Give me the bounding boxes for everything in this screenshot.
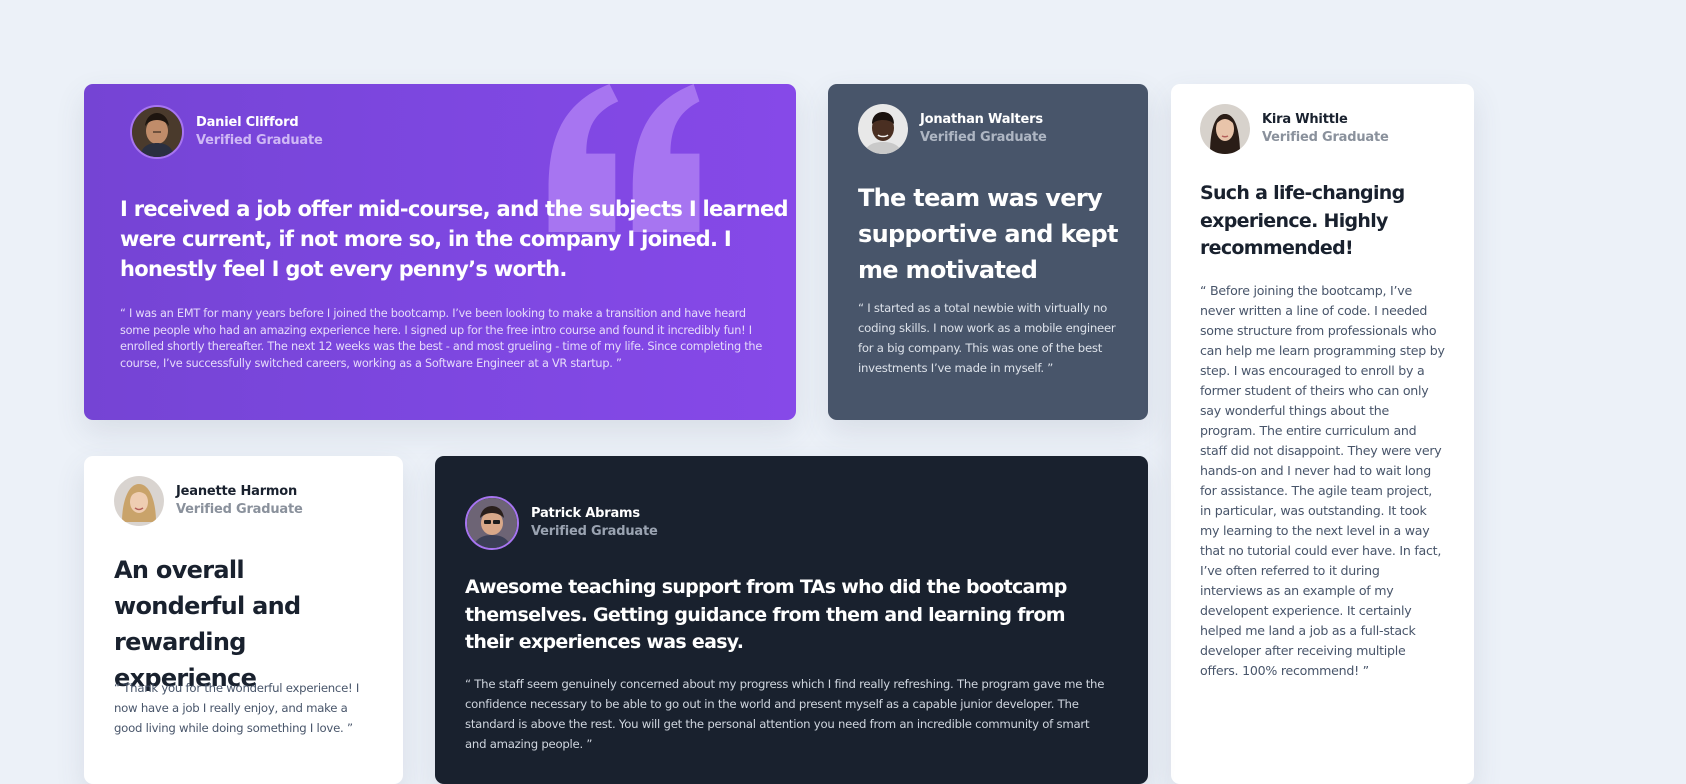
- testimonial-quote: “ I was an EMT for many years before I j…: [120, 307, 763, 370]
- testimonial-headline: I received a job offer mid-course, and t…: [120, 197, 789, 281]
- author-block: Patrick Abrams Verified Graduate: [465, 496, 658, 550]
- author-role: Verified Graduate: [920, 130, 1047, 145]
- testimonial-headline: Awesome teaching support from TAs who di…: [465, 576, 1067, 653]
- avatar-kira-whittle: [1200, 104, 1250, 154]
- testimonial-card-kira-whittle: Kira Whittle Verified Graduate Such a li…: [1171, 84, 1474, 784]
- avatar-patrick-abrams: [465, 496, 519, 550]
- testimonial-quote: “ Thank you for the wonderful experience…: [114, 681, 360, 735]
- author-role: Verified Graduate: [176, 502, 303, 517]
- author-name: Daniel Clifford: [196, 115, 299, 131]
- testimonial-headline: An overall wonderful and rewarding exper…: [114, 556, 301, 692]
- author-name: Kira Whittle: [1262, 112, 1348, 128]
- author-block: Jeanette Harmon Verified Graduate: [114, 476, 303, 526]
- avatar-jeanette-harmon: [114, 476, 164, 526]
- testimonial-headline: The team was very supportive and kept me…: [858, 184, 1118, 284]
- author-block: Jonathan Walters Verified Graduate: [858, 104, 1047, 154]
- testimonial-quote: “ Before joining the bootcamp, I’ve neve…: [1200, 283, 1445, 678]
- testimonial-quote: “ I started as a total newbie with virtu…: [858, 301, 1116, 375]
- author-name: Jeanette Harmon: [176, 484, 298, 500]
- testimonial-card-patrick-abrams: Patrick Abrams Verified Graduate Awesome…: [435, 456, 1148, 784]
- author-role: Verified Graduate: [531, 524, 658, 539]
- author-block: Daniel Clifford Verified Graduate: [130, 105, 323, 159]
- avatar-daniel-clifford: [130, 105, 184, 159]
- author-block: Kira Whittle Verified Graduate: [1200, 104, 1389, 154]
- author-role: Verified Graduate: [196, 133, 323, 148]
- testimonial-card-daniel-clifford: Daniel Clifford Verified Graduate I rece…: [84, 84, 796, 420]
- testimonial-headline: Such a life-changing experience. Highly …: [1200, 182, 1405, 259]
- testimonial-card-jonathan-walters: Jonathan Walters Verified Graduate The t…: [828, 84, 1148, 420]
- testimonial-card-jeanette-harmon: Jeanette Harmon Verified Graduate An ove…: [84, 456, 403, 784]
- testimonial-quote: “ The staff seem genuinely concerned abo…: [465, 677, 1105, 751]
- author-name: Patrick Abrams: [531, 506, 640, 522]
- avatar-jonathan-walters: [858, 104, 908, 154]
- author-role: Verified Graduate: [1262, 130, 1389, 145]
- author-name: Jonathan Walters: [920, 112, 1043, 128]
